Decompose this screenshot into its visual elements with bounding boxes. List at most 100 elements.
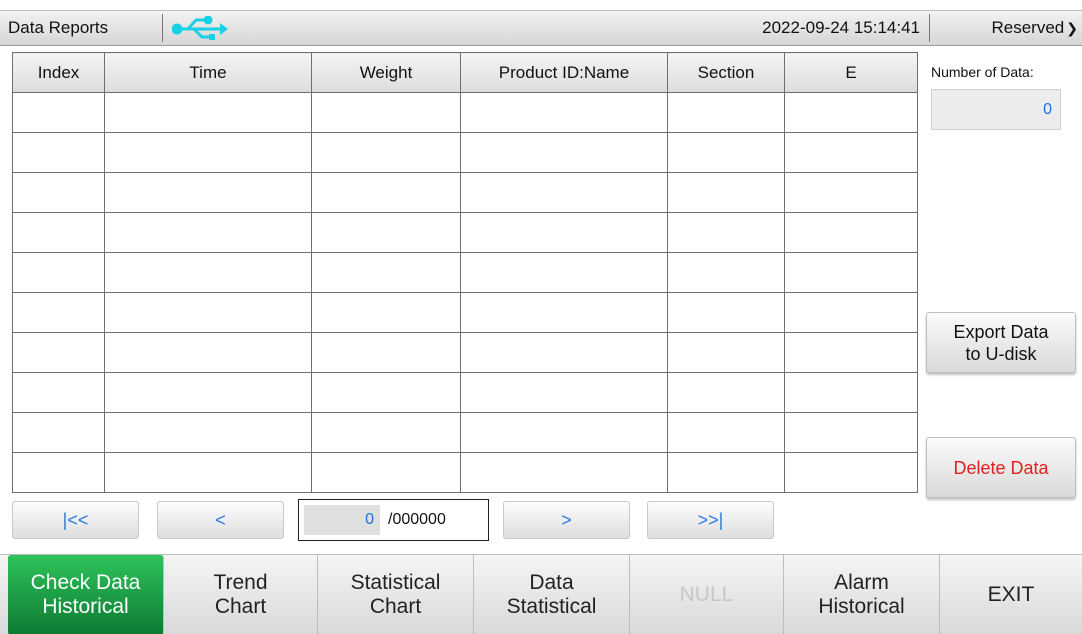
table-cell [667,372,785,413]
table-cell [311,332,461,373]
table-cell [104,92,312,133]
table-row[interactable] [12,452,918,493]
table-row[interactable] [12,332,918,373]
export-label-line1: Export Data [953,321,1049,342]
delete-data-button[interactable]: Delete Data [926,437,1076,498]
chevron-right-icon: ❯ [1066,20,1078,36]
current-page-input[interactable]: 0 [304,505,380,535]
total-pages: /000000 [388,511,446,528]
nav-label: Statistical [350,571,441,594]
table-cell [667,452,785,493]
table-cell [104,452,312,493]
reserved-button[interactable]: Reserved ❯ [936,11,1082,45]
table-cell [460,412,668,453]
table-cell [784,132,918,173]
export-label-line2: to U-disk [965,343,1037,364]
table-row[interactable] [12,212,918,253]
column-header-weight: Weight [311,52,461,93]
table-cell [460,172,668,213]
table-cell [460,452,668,493]
last-page-button[interactable]: >>| [647,501,774,539]
export-data-button[interactable]: Export Data to U-disk [926,312,1076,373]
table-cell [311,372,461,413]
reserved-label: Reserved [991,18,1065,37]
table-cell [667,92,785,133]
table-cell [104,372,312,413]
column-header-section: Section [667,52,785,93]
table-cell [311,172,461,213]
table-cell [667,292,785,333]
table-cell [12,132,105,173]
table-cell [12,332,105,373]
table-cell [311,452,461,493]
nav-label: Check Data [30,571,141,594]
table-cell [667,412,785,453]
table-row[interactable] [12,252,918,293]
table-body [12,92,918,493]
nav-label: NULL [679,583,734,606]
table-cell [12,292,105,333]
column-header-e: E [784,52,918,93]
table-cell [12,252,105,293]
table-cell [460,132,668,173]
nav-label: Alarm [834,571,889,594]
table-cell [667,252,785,293]
table-cell [784,412,918,453]
table-cell [12,452,105,493]
next-page-button[interactable]: > [503,501,630,539]
table-cell [104,172,312,213]
header-divider [929,14,930,42]
table-row[interactable] [12,92,918,133]
table-row[interactable] [12,132,918,173]
prev-page-button[interactable]: < [157,501,284,539]
bottom-nav: Check Data Historical Trend Chart Statisti… [0,554,1082,634]
table-cell [12,372,105,413]
table-cell [460,372,668,413]
nav-label: Data [529,571,574,594]
header-divider [162,14,163,42]
table-cell [460,332,668,373]
column-header-product: Product ID:Name [460,52,668,93]
datetime-display: 2022-09-24 15:14:41 [762,18,920,37]
nav-label: Chart [214,595,267,618]
data-count-value: 0 [931,89,1061,130]
table-row[interactable] [12,412,918,453]
nav-exit[interactable]: EXIT [940,555,1082,634]
table-row[interactable] [12,292,918,333]
nav-label: Historical [818,595,905,618]
table-cell [311,212,461,253]
nav-data-statistical[interactable]: Data Statistical [474,555,630,634]
nav-label: Historical [42,595,129,618]
table-cell [460,292,668,333]
data-count-label: Number of Data: [931,64,1034,80]
first-page-button[interactable]: |<< [12,501,139,539]
table-cell [104,132,312,173]
usb-icon [172,16,228,40]
table-cell [460,252,668,293]
table-cell [784,252,918,293]
nav-label: EXIT [987,583,1035,606]
table-cell [311,132,461,173]
table-cell [104,332,312,373]
nav-statistical-chart[interactable]: Statistical Chart [318,555,474,634]
table-cell [104,412,312,453]
nav-alarm-historical[interactable]: Alarm Historical [784,555,940,634]
table-cell [12,212,105,253]
nav-null[interactable]: NULL [630,555,784,634]
table-cell [460,212,668,253]
table-cell [12,412,105,453]
nav-check-data-historical[interactable]: Check Data Historical [8,555,164,634]
table-cell [667,332,785,373]
table-header-row: Index Time Weight Product ID:Name Sectio… [12,52,918,93]
nav-label: Trend [213,571,268,594]
table-row[interactable] [12,172,918,213]
table-row[interactable] [12,372,918,413]
table-cell [784,332,918,373]
nav-label: Chart [369,595,422,618]
nav-trend-chart[interactable]: Trend Chart [164,555,318,634]
table-cell [784,372,918,413]
table-cell [12,172,105,213]
column-header-index: Index [12,52,105,93]
table-cell [104,252,312,293]
page-title: Data Reports [8,18,109,37]
